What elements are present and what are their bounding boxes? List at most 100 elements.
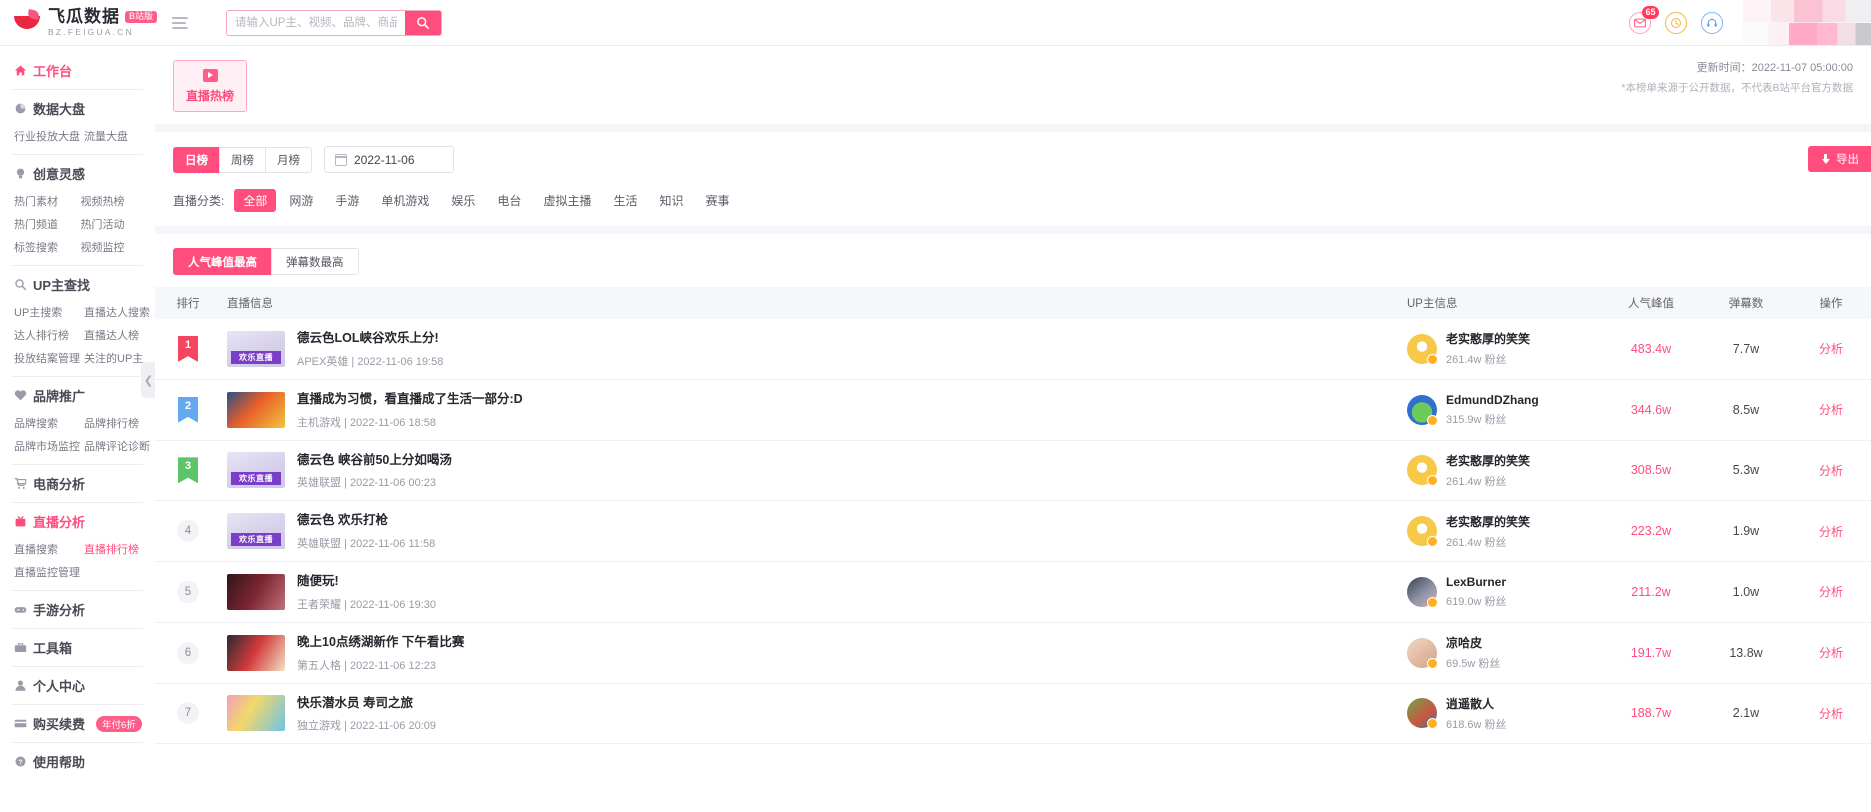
sidebar-subitem-行业投放大盘[interactable]: 行业投放大盘	[14, 128, 80, 144]
live-title[interactable]: 晚上10点绣湖新作 下午看比赛	[297, 633, 464, 652]
category-chip-电台[interactable]: 电台	[488, 189, 530, 212]
sidebar-item-数据大盘[interactable]: 数据大盘	[12, 90, 143, 127]
up-name[interactable]: 逍遥散人	[1446, 695, 1507, 712]
period-tab-周榜[interactable]: 周榜	[219, 146, 266, 173]
live-thumbnail[interactable]	[227, 634, 285, 671]
period-tab-月榜[interactable]: 月榜	[265, 146, 312, 173]
analyze-link[interactable]: 分析	[1819, 342, 1843, 356]
tab-live-hot-rank[interactable]: 直播热榜	[173, 60, 247, 112]
sidebar-item-使用帮助[interactable]: ? 使用帮助	[12, 743, 143, 780]
sidebar-item-工作台[interactable]: 工作台	[12, 52, 143, 89]
table-row[interactable]: 7 快乐潜水员 寿司之旅 独立游戏 | 2022-11-06 20:09 逍遥散人 61…	[155, 683, 1871, 745]
avatar[interactable]	[1407, 333, 1438, 365]
sidebar-subitem-直播排行榜[interactable]: 直播排行榜	[84, 541, 143, 557]
category-chip-虚拟主播[interactable]: 虚拟主播	[534, 189, 600, 212]
sort-tab-弹幕数最高[interactable]: 弹幕数最高	[271, 248, 359, 275]
sidebar-subitem-品牌排行榜[interactable]: 品牌排行榜	[84, 415, 150, 431]
export-button[interactable]: 导出	[1808, 146, 1871, 172]
live-title[interactable]: 德云色LOL峡谷欢乐上分!	[297, 329, 443, 348]
live-thumbnail[interactable]	[227, 695, 285, 732]
up-name[interactable]: 老实憨厚的笑笑	[1446, 330, 1530, 347]
table-row[interactable]: 3 欢乐直播 德云色 峡谷前50上分如喝汤 英雄联盟 | 2022-11-06 00:…	[155, 440, 1871, 502]
global-search[interactable]	[226, 9, 442, 36]
category-chip-赛事[interactable]: 赛事	[696, 189, 738, 212]
sort-tab-人气峰值最高[interactable]: 人气峰值最高	[173, 248, 272, 275]
table-row[interactable]: 4 欢乐直播 德云色 欢乐打枪 英雄联盟 | 2022-11-06 11:58 老实憨厚…	[155, 500, 1871, 562]
category-chip-知识[interactable]: 知识	[650, 189, 692, 212]
sidebar-subitem-品牌市场监控[interactable]: 品牌市场监控	[14, 438, 80, 454]
live-title[interactable]: 德云色 峡谷前50上分如喝汤	[297, 451, 452, 470]
sidebar-subitem-标签搜索[interactable]: 标签搜索	[14, 239, 77, 255]
sidebar-subitem-直播达人搜索[interactable]: 直播达人搜索	[84, 304, 150, 320]
avatar[interactable]	[1407, 455, 1438, 487]
sidebar-subitem-品牌搜索[interactable]: 品牌搜索	[14, 415, 80, 431]
analyze-link[interactable]: 分析	[1819, 525, 1843, 539]
sidebar-subitem-投放结案管理[interactable]: 投放结案管理	[14, 350, 80, 366]
category-chip-网游[interactable]: 网游	[280, 189, 322, 212]
sidebar-subitem-直播搜索[interactable]: 直播搜索	[14, 541, 80, 557]
up-name[interactable]: LexBurner	[1446, 575, 1507, 589]
table-row[interactable]: 6 晚上10点绣湖新作 下午看比赛 第五人格 | 2022-11-06 12:23 凉…	[155, 622, 1871, 684]
live-thumbnail[interactable]: 欢乐直播	[227, 513, 285, 550]
category-chip-生活[interactable]: 生活	[604, 189, 646, 212]
live-thumbnail[interactable]	[227, 573, 285, 610]
sidebar-collapse-handle[interactable]: ❮	[141, 362, 155, 398]
clock-icon[interactable]	[1665, 11, 1687, 34]
analyze-link[interactable]: 分析	[1819, 707, 1843, 721]
user-account-area-redacted[interactable]	[1743, 0, 1871, 45]
date-picker[interactable]: 2022-11-06	[324, 146, 454, 173]
sidebar-subitem-关注的UP主[interactable]: 关注的UP主	[84, 350, 150, 366]
sidebar-subitem-直播监控管理[interactable]: 直播监控管理	[14, 564, 80, 580]
sidebar-subitem-热门素材[interactable]: 热门素材	[14, 193, 77, 209]
sidebar-subitem-视频监控[interactable]: 视频监控	[81, 239, 144, 255]
live-title[interactable]: 德云色 欢乐打枪	[297, 511, 435, 530]
category-chip-手游[interactable]: 手游	[326, 189, 368, 212]
sidebar-item-直播分析[interactable]: 直播分析	[12, 503, 143, 540]
avatar[interactable]	[1407, 516, 1438, 548]
search-button[interactable]	[405, 10, 441, 35]
category-chip-单机游戏[interactable]: 单机游戏	[372, 189, 438, 212]
live-thumbnail[interactable]: 欢乐直播	[227, 330, 285, 367]
mail-icon[interactable]: 65	[1629, 5, 1659, 34]
up-name[interactable]: 老实憨厚的笑笑	[1446, 513, 1530, 530]
sidebar-item-创意灵感[interactable]: 创意灵感	[12, 155, 143, 192]
up-name[interactable]: EdmundDZhang	[1446, 393, 1539, 407]
live-title[interactable]: 快乐潜水员 寿司之旅	[297, 694, 436, 713]
sidebar-subitem-视频热榜[interactable]: 视频热榜	[81, 193, 144, 209]
live-thumbnail[interactable]	[227, 391, 285, 428]
sidebar-subitem-达人排行榜[interactable]: 达人排行榜	[14, 327, 80, 343]
avatar[interactable]	[1407, 576, 1438, 608]
analyze-link[interactable]: 分析	[1819, 646, 1843, 660]
analyze-link[interactable]: 分析	[1819, 585, 1843, 599]
sidebar-item-工具箱[interactable]: 工具箱	[12, 629, 143, 666]
up-name[interactable]: 老实憨厚的笑笑	[1446, 452, 1530, 469]
customer-service-icon[interactable]	[1701, 11, 1723, 34]
avatar[interactable]	[1407, 394, 1438, 426]
analyze-link[interactable]: 分析	[1819, 403, 1843, 417]
table-row[interactable]: 5 随便玩! 王者荣耀 | 2022-11-06 19:30 LexBurner 619…	[155, 561, 1871, 623]
sidebar-subitem-直播达人榜[interactable]: 直播达人榜	[84, 327, 150, 343]
table-row[interactable]: 1 欢乐直播 德云色LOL峡谷欢乐上分! APEX英雄 | 2022-11-06 19…	[155, 319, 1871, 380]
search-input[interactable]	[227, 10, 405, 35]
hamburger-icon[interactable]	[172, 16, 200, 29]
sidebar-item-电商分析[interactable]: 电商分析	[12, 465, 143, 502]
category-chip-全部[interactable]: 全部	[234, 189, 277, 212]
up-name[interactable]: 凉哈皮	[1446, 634, 1500, 651]
sidebar-subitem-热门活动[interactable]: 热门活动	[81, 216, 144, 232]
category-chip-娱乐[interactable]: 娱乐	[442, 189, 484, 212]
live-thumbnail[interactable]: 欢乐直播	[227, 452, 285, 489]
table-row[interactable]: 2 直播成为习惯，看直播成了生活一部分:D 主机游戏 | 2022-11-06 18…	[155, 379, 1871, 441]
sidebar-item-个人中心[interactable]: 个人中心	[12, 667, 143, 704]
sidebar-subitem-品牌评论诊断[interactable]: 品牌评论诊断	[84, 438, 150, 454]
avatar[interactable]	[1407, 637, 1438, 669]
live-title[interactable]: 随便玩!	[297, 572, 436, 591]
analyze-link[interactable]: 分析	[1819, 464, 1843, 478]
brand-logo[interactable]: 飞瓜数据 B站版 BZ.FEIGUA.CN	[0, 8, 160, 37]
avatar[interactable]	[1407, 698, 1438, 730]
sidebar-subitem-UP主搜索[interactable]: UP主搜索	[14, 304, 80, 320]
sidebar-item-UP主查找[interactable]: UP主查找	[12, 266, 143, 303]
sidebar-subitem-热门频道[interactable]: 热门频道	[14, 216, 77, 232]
period-tab-日榜[interactable]: 日榜	[173, 146, 220, 173]
sidebar-item-手游分析[interactable]: 手游分析	[12, 591, 143, 628]
live-title[interactable]: 直播成为习惯，看直播成了生活一部分:D	[297, 390, 523, 409]
